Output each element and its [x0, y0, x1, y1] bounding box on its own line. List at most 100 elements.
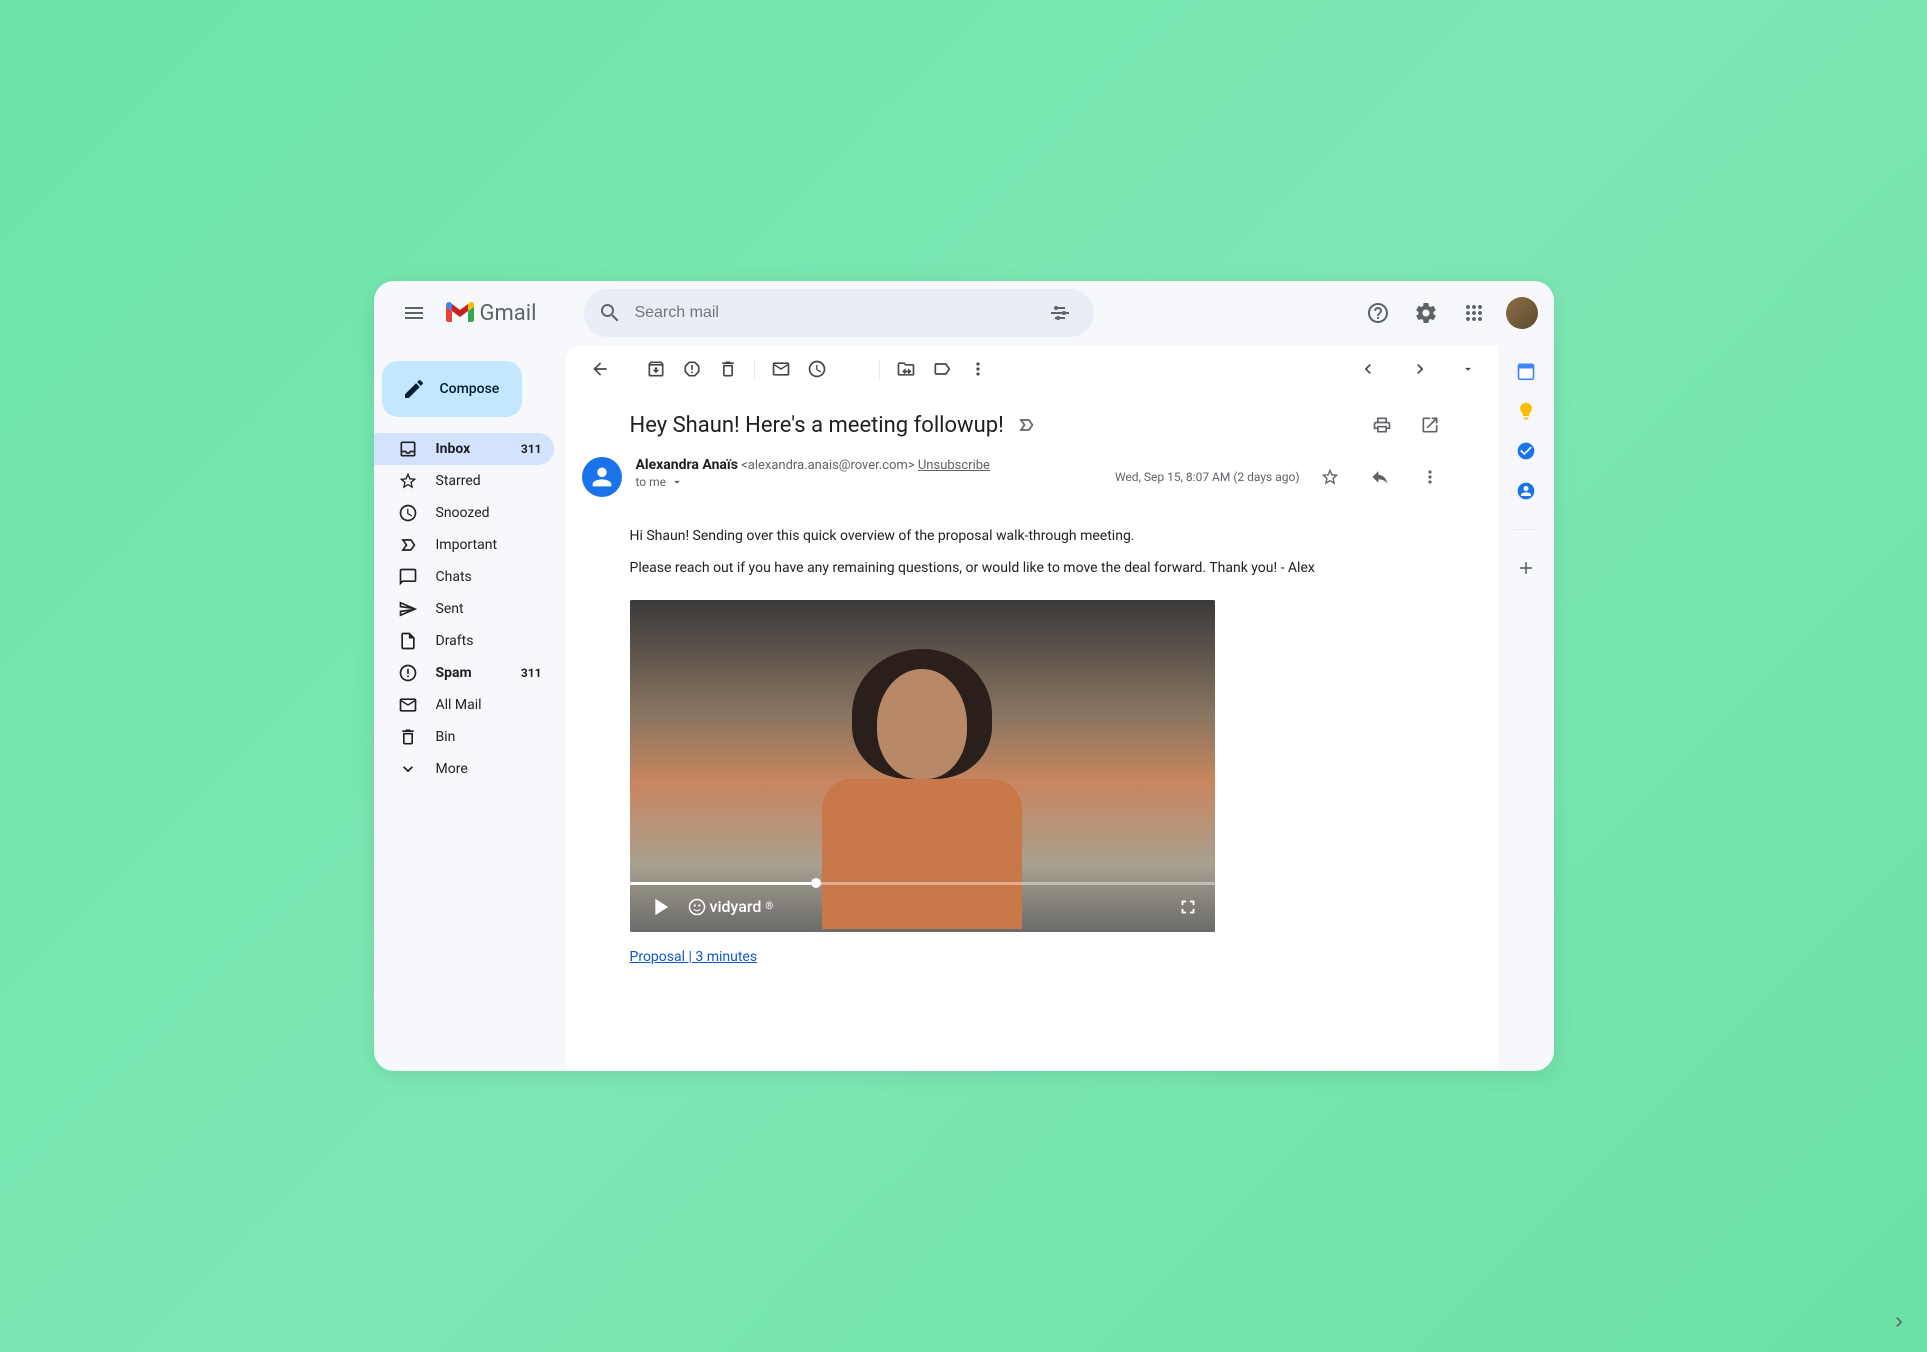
body-paragraph: Please reach out if you have any remaini…: [630, 557, 1450, 579]
video-link[interactable]: Proposal | 3 minutes: [630, 946, 758, 968]
side-panel: [1498, 345, 1554, 1071]
snooze-button[interactable]: [799, 351, 835, 387]
sidebar-item-bin[interactable]: Bin: [374, 721, 554, 753]
sidebar-item-chats[interactable]: Chats: [374, 561, 554, 593]
labels-button[interactable]: [924, 351, 960, 387]
archive-button[interactable]: [638, 351, 674, 387]
message-more-button[interactable]: [1410, 457, 1450, 497]
video-progress-bar[interactable]: [630, 882, 1215, 885]
nav-label: Bin: [436, 729, 456, 745]
sender-avatar[interactable]: [582, 457, 622, 497]
fullscreen-button[interactable]: [1177, 896, 1199, 918]
recipient-line[interactable]: to me: [636, 475, 1101, 489]
tasks-app-button[interactable]: [1516, 441, 1536, 461]
add-app-button[interactable]: [1516, 558, 1536, 578]
print-icon: [1372, 415, 1392, 435]
reply-button[interactable]: [1360, 457, 1400, 497]
plus-icon: [1516, 558, 1536, 578]
open-new-window-button[interactable]: [1410, 405, 1450, 445]
account-avatar[interactable]: [1506, 297, 1538, 329]
star-outline-icon: [1320, 467, 1340, 487]
input-tools-button[interactable]: [1454, 351, 1482, 387]
sidebar-item-sent[interactable]: Sent: [374, 593, 554, 625]
nav-label: Sent: [436, 601, 464, 617]
mark-unread-button[interactable]: [763, 351, 799, 387]
report-icon: [682, 359, 702, 379]
open-in-new-icon: [1420, 415, 1440, 435]
sidebar-item-drafts[interactable]: Drafts: [374, 625, 554, 657]
nav-label: Inbox: [436, 441, 471, 457]
older-button[interactable]: [1402, 351, 1438, 387]
contacts-app-button[interactable]: [1516, 481, 1536, 501]
play-button[interactable]: [646, 893, 674, 921]
main-menu-button[interactable]: [390, 289, 438, 337]
to-me-text: to me: [636, 475, 667, 489]
nav-label: Drafts: [436, 633, 474, 649]
label-icon: [932, 359, 952, 379]
video-person-graphic: [822, 649, 1022, 909]
search-bar[interactable]: [584, 289, 1094, 337]
sidebar-item-starred[interactable]: Starred: [374, 465, 554, 497]
keep-app-button[interactable]: [1516, 401, 1536, 421]
pencil-icon: [402, 377, 426, 401]
play-icon: [646, 893, 674, 921]
sidebar-item-inbox[interactable]: Inbox 311: [374, 433, 554, 465]
unsubscribe-link[interactable]: Unsubscribe: [918, 458, 990, 473]
star-message-button[interactable]: [1310, 457, 1350, 497]
bin-icon: [398, 727, 418, 747]
settings-button[interactable]: [1406, 293, 1446, 333]
person-icon: [588, 463, 616, 491]
move-to-button[interactable]: [888, 351, 924, 387]
apps-button[interactable]: [1454, 293, 1494, 333]
delete-button[interactable]: [710, 351, 746, 387]
arrow-back-icon: [590, 359, 610, 379]
tasks-icon: [1516, 441, 1536, 461]
sidebar-item-more[interactable]: More: [374, 753, 554, 785]
header-actions: [1358, 293, 1538, 333]
chevron-right-icon: [1410, 359, 1430, 379]
video-thumbnail[interactable]: vidyard®: [630, 600, 1215, 932]
email-toolbar: [566, 345, 1498, 393]
sender-name: Alexandra Anaïs: [636, 457, 738, 473]
search-options-button[interactable]: [1040, 293, 1080, 333]
chevron-left-icon: [1358, 359, 1378, 379]
gmail-logo[interactable]: Gmail: [446, 301, 537, 326]
email-body: Hi Shaun! Sending over this quick overvi…: [566, 505, 1498, 1008]
important-marker[interactable]: [1016, 415, 1036, 435]
sidebar-item-important[interactable]: Important: [374, 529, 554, 561]
star-icon: [398, 471, 418, 491]
reply-icon: [1370, 467, 1390, 487]
important-icon: [398, 535, 418, 555]
chat-icon: [398, 567, 418, 587]
toolbar-divider: [879, 359, 880, 379]
more-vert-icon: [1420, 467, 1440, 487]
keep-icon: [1516, 401, 1536, 421]
nav-count: 311: [521, 442, 542, 456]
sender-email: <alexandra.anais@rover.com>: [741, 458, 914, 473]
sidebar-item-spam[interactable]: Spam311: [374, 657, 554, 689]
calendar-app-button[interactable]: [1516, 361, 1536, 381]
sidebar-item-all-mail[interactable]: All Mail: [374, 689, 554, 721]
archive-icon: [646, 359, 666, 379]
compose-label: Compose: [440, 381, 500, 397]
more-button[interactable]: [960, 351, 996, 387]
report-spam-button[interactable]: [674, 351, 710, 387]
add-task-button[interactable]: [835, 351, 871, 387]
inbox-icon: [398, 439, 418, 459]
email-header: Hey Shaun! Here's a meeting followup!: [566, 393, 1498, 449]
more-icon: [398, 759, 418, 779]
nav-label: Snoozed: [436, 505, 490, 521]
video-controls: vidyard®: [630, 882, 1215, 932]
body-paragraph: Hi Shaun! Sending over this quick overvi…: [630, 525, 1450, 547]
newer-button[interactable]: [1350, 351, 1386, 387]
compose-button[interactable]: Compose: [382, 361, 522, 417]
fullscreen-icon: [1177, 896, 1199, 918]
support-button[interactable]: [1358, 293, 1398, 333]
print-button[interactable]: [1362, 405, 1402, 445]
nav-label: All Mail: [436, 697, 482, 713]
vidyard-icon: [688, 898, 706, 916]
help-icon: [1366, 301, 1390, 325]
search-input[interactable]: [634, 304, 1028, 322]
back-button[interactable]: [582, 351, 618, 387]
sidebar-item-snoozed[interactable]: Snoozed: [374, 497, 554, 529]
